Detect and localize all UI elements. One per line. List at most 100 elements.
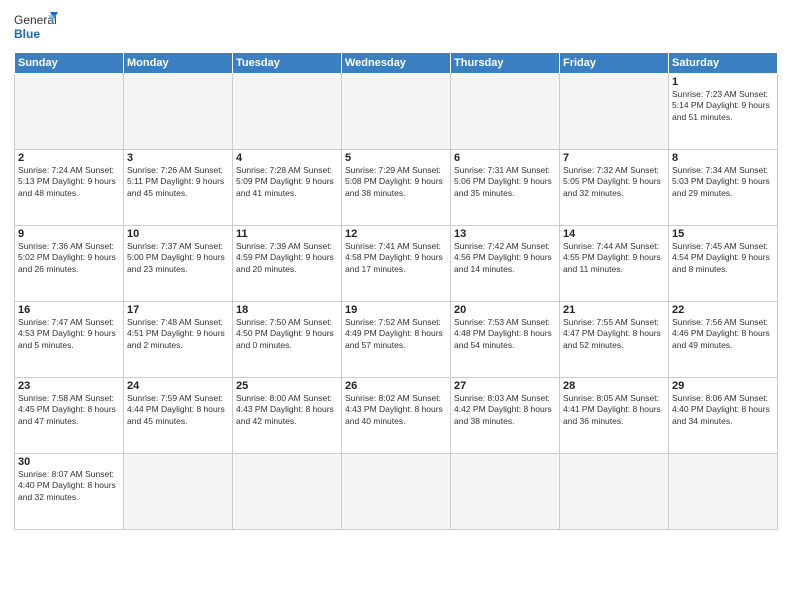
calendar-cell: 15Sunrise: 7:45 AM Sunset: 4:54 PM Dayli… [669, 226, 778, 302]
calendar-cell [560, 454, 669, 530]
calendar-cell [15, 74, 124, 150]
calendar-cell [560, 74, 669, 150]
day-info: Sunrise: 7:58 AM Sunset: 4:45 PM Dayligh… [18, 393, 120, 427]
calendar-cell: 16Sunrise: 7:47 AM Sunset: 4:53 PM Dayli… [15, 302, 124, 378]
calendar-cell: 27Sunrise: 8:03 AM Sunset: 4:42 PM Dayli… [451, 378, 560, 454]
calendar-cell: 18Sunrise: 7:50 AM Sunset: 4:50 PM Dayli… [233, 302, 342, 378]
calendar-cell [451, 454, 560, 530]
page: General Blue SundayMondayTuesdayWednesda… [0, 0, 792, 612]
calendar-cell: 10Sunrise: 7:37 AM Sunset: 5:00 PM Dayli… [124, 226, 233, 302]
header-friday: Friday [560, 53, 669, 74]
day-number: 14 [563, 228, 665, 240]
day-info: Sunrise: 7:23 AM Sunset: 5:14 PM Dayligh… [672, 89, 774, 123]
day-number: 24 [127, 380, 229, 392]
day-number: 22 [672, 304, 774, 316]
day-info: Sunrise: 8:06 AM Sunset: 4:40 PM Dayligh… [672, 393, 774, 427]
calendar-cell: 4Sunrise: 7:28 AM Sunset: 5:09 PM Daylig… [233, 150, 342, 226]
calendar-cell [342, 454, 451, 530]
calendar-cell [124, 454, 233, 530]
day-number: 17 [127, 304, 229, 316]
day-number: 12 [345, 228, 447, 240]
day-info: Sunrise: 7:48 AM Sunset: 4:51 PM Dayligh… [127, 317, 229, 351]
day-info: Sunrise: 7:39 AM Sunset: 4:59 PM Dayligh… [236, 241, 338, 275]
day-info: Sunrise: 7:42 AM Sunset: 4:56 PM Dayligh… [454, 241, 556, 275]
calendar-cell: 7Sunrise: 7:32 AM Sunset: 5:05 PM Daylig… [560, 150, 669, 226]
day-info: Sunrise: 7:56 AM Sunset: 4:46 PM Dayligh… [672, 317, 774, 351]
day-info: Sunrise: 7:53 AM Sunset: 4:48 PM Dayligh… [454, 317, 556, 351]
calendar-cell: 13Sunrise: 7:42 AM Sunset: 4:56 PM Dayli… [451, 226, 560, 302]
day-info: Sunrise: 7:59 AM Sunset: 4:44 PM Dayligh… [127, 393, 229, 427]
calendar-cell: 19Sunrise: 7:52 AM Sunset: 4:49 PM Dayli… [342, 302, 451, 378]
calendar-cell: 3Sunrise: 7:26 AM Sunset: 5:11 PM Daylig… [124, 150, 233, 226]
day-number: 23 [18, 380, 120, 392]
day-info: Sunrise: 8:00 AM Sunset: 4:43 PM Dayligh… [236, 393, 338, 427]
day-info: Sunrise: 7:45 AM Sunset: 4:54 PM Dayligh… [672, 241, 774, 275]
day-info: Sunrise: 7:31 AM Sunset: 5:06 PM Dayligh… [454, 165, 556, 199]
day-number: 27 [454, 380, 556, 392]
calendar-cell: 17Sunrise: 7:48 AM Sunset: 4:51 PM Dayli… [124, 302, 233, 378]
day-info: Sunrise: 7:34 AM Sunset: 5:03 PM Dayligh… [672, 165, 774, 199]
day-number: 11 [236, 228, 338, 240]
calendar-cell [669, 454, 778, 530]
calendar-cell: 1Sunrise: 7:23 AM Sunset: 5:14 PM Daylig… [669, 74, 778, 150]
day-number: 18 [236, 304, 338, 316]
header-saturday: Saturday [669, 53, 778, 74]
day-number: 8 [672, 152, 774, 164]
calendar-cell: 5Sunrise: 7:29 AM Sunset: 5:08 PM Daylig… [342, 150, 451, 226]
logo: General Blue [14, 10, 58, 46]
calendar-cell [233, 454, 342, 530]
day-info: Sunrise: 7:37 AM Sunset: 5:00 PM Dayligh… [127, 241, 229, 275]
day-number: 28 [563, 380, 665, 392]
calendar-cell: 29Sunrise: 8:06 AM Sunset: 4:40 PM Dayli… [669, 378, 778, 454]
header: General Blue [14, 10, 778, 46]
calendar-cell: 11Sunrise: 7:39 AM Sunset: 4:59 PM Dayli… [233, 226, 342, 302]
calendar-cell: 28Sunrise: 8:05 AM Sunset: 4:41 PM Dayli… [560, 378, 669, 454]
day-number: 2 [18, 152, 120, 164]
day-info: Sunrise: 7:55 AM Sunset: 4:47 PM Dayligh… [563, 317, 665, 351]
header-sunday: Sunday [15, 53, 124, 74]
day-info: Sunrise: 7:24 AM Sunset: 5:13 PM Dayligh… [18, 165, 120, 199]
calendar-cell [124, 74, 233, 150]
calendar-cell: 6Sunrise: 7:31 AM Sunset: 5:06 PM Daylig… [451, 150, 560, 226]
day-number: 26 [345, 380, 447, 392]
day-info: Sunrise: 8:02 AM Sunset: 4:43 PM Dayligh… [345, 393, 447, 427]
day-number: 16 [18, 304, 120, 316]
day-info: Sunrise: 7:41 AM Sunset: 4:58 PM Dayligh… [345, 241, 447, 275]
day-number: 5 [345, 152, 447, 164]
header-wednesday: Wednesday [342, 53, 451, 74]
day-number: 25 [236, 380, 338, 392]
header-monday: Monday [124, 53, 233, 74]
calendar-cell: 14Sunrise: 7:44 AM Sunset: 4:55 PM Dayli… [560, 226, 669, 302]
generalblue-logo-icon: General Blue [14, 10, 58, 46]
day-number: 30 [18, 456, 120, 468]
calendar: SundayMondayTuesdayWednesdayThursdayFrid… [14, 52, 778, 530]
day-info: Sunrise: 7:32 AM Sunset: 5:05 PM Dayligh… [563, 165, 665, 199]
day-number: 20 [454, 304, 556, 316]
day-info: Sunrise: 7:28 AM Sunset: 5:09 PM Dayligh… [236, 165, 338, 199]
day-number: 6 [454, 152, 556, 164]
calendar-cell: 24Sunrise: 7:59 AM Sunset: 4:44 PM Dayli… [124, 378, 233, 454]
calendar-cell: 2Sunrise: 7:24 AM Sunset: 5:13 PM Daylig… [15, 150, 124, 226]
day-info: Sunrise: 8:07 AM Sunset: 4:40 PM Dayligh… [18, 469, 120, 503]
day-info: Sunrise: 7:47 AM Sunset: 4:53 PM Dayligh… [18, 317, 120, 351]
calendar-cell: 23Sunrise: 7:58 AM Sunset: 4:45 PM Dayli… [15, 378, 124, 454]
calendar-cell [451, 74, 560, 150]
svg-text:Blue: Blue [14, 27, 40, 41]
day-number: 19 [345, 304, 447, 316]
calendar-cell: 22Sunrise: 7:56 AM Sunset: 4:46 PM Dayli… [669, 302, 778, 378]
calendar-cell: 12Sunrise: 7:41 AM Sunset: 4:58 PM Dayli… [342, 226, 451, 302]
days-of-week-row: SundayMondayTuesdayWednesdayThursdayFrid… [15, 53, 778, 74]
day-info: Sunrise: 7:29 AM Sunset: 5:08 PM Dayligh… [345, 165, 447, 199]
day-number: 9 [18, 228, 120, 240]
calendar-cell: 9Sunrise: 7:36 AM Sunset: 5:02 PM Daylig… [15, 226, 124, 302]
calendar-cell: 8Sunrise: 7:34 AM Sunset: 5:03 PM Daylig… [669, 150, 778, 226]
calendar-cell: 26Sunrise: 8:02 AM Sunset: 4:43 PM Dayli… [342, 378, 451, 454]
day-number: 13 [454, 228, 556, 240]
day-number: 10 [127, 228, 229, 240]
calendar-cell: 20Sunrise: 7:53 AM Sunset: 4:48 PM Dayli… [451, 302, 560, 378]
day-number: 15 [672, 228, 774, 240]
calendar-cell [233, 74, 342, 150]
day-info: Sunrise: 7:26 AM Sunset: 5:11 PM Dayligh… [127, 165, 229, 199]
day-info: Sunrise: 8:05 AM Sunset: 4:41 PM Dayligh… [563, 393, 665, 427]
calendar-header: SundayMondayTuesdayWednesdayThursdayFrid… [15, 53, 778, 74]
